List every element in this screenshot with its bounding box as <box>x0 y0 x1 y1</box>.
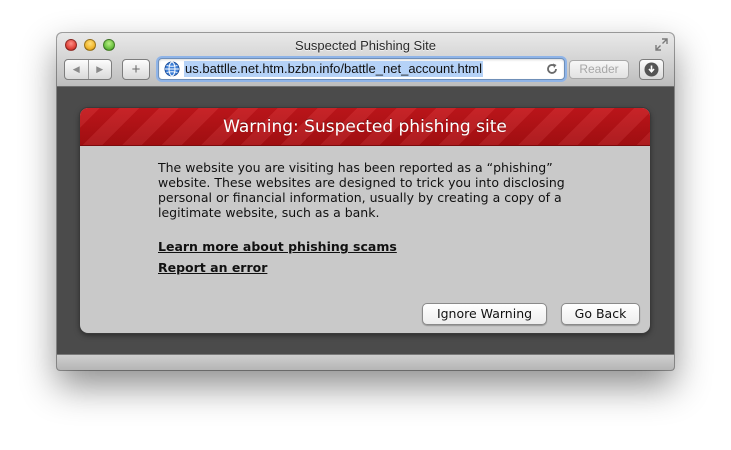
globe-icon <box>164 61 180 77</box>
phishing-warning-dialog: Warning: Suspected phishing site The web… <box>80 108 650 333</box>
fullscreen-icon[interactable] <box>655 38 668 51</box>
forward-button[interactable]: ▶ <box>87 60 112 79</box>
address-bar[interactable]: us.battlle.net.htm.bzbn.info/battle_net_… <box>158 58 565 80</box>
ignore-warning-button[interactable]: Ignore Warning <box>422 303 547 325</box>
warning-links: Learn more about phishing scams Report a… <box>158 236 397 278</box>
go-back-button[interactable]: Go Back <box>561 303 640 325</box>
downloads-button[interactable] <box>639 59 664 80</box>
reload-icon[interactable] <box>545 62 559 76</box>
title-bar: Suspected Phishing Site ◀ ▶ + us.battlle… <box>57 33 674 87</box>
back-forward-group: ◀ ▶ <box>64 59 112 80</box>
report-error-link[interactable]: Report an error <box>158 257 397 278</box>
learn-more-link[interactable]: Learn more about phishing scams <box>158 236 397 257</box>
warning-title: Warning: Suspected phishing site <box>223 117 507 137</box>
reader-button[interactable]: Reader <box>569 60 629 79</box>
warning-message: The website you are visiting has been re… <box>158 160 565 220</box>
page-content: Warning: Suspected phishing site The web… <box>57 87 674 354</box>
forward-arrow-icon: ▶ <box>96 64 104 75</box>
url-text[interactable]: us.battlle.net.htm.bzbn.info/battle_net_… <box>184 61 484 77</box>
window-title: Suspected Phishing Site <box>295 38 436 53</box>
warning-header: Warning: Suspected phishing site <box>80 108 650 146</box>
back-button[interactable]: ◀ <box>65 60 88 79</box>
back-arrow-icon: ◀ <box>72 64 80 75</box>
download-icon <box>644 62 659 77</box>
add-bookmark-button[interactable]: + <box>122 59 150 80</box>
status-bar <box>57 354 674 370</box>
browser-window: Suspected Phishing Site ◀ ▶ + us.battlle… <box>57 33 674 370</box>
